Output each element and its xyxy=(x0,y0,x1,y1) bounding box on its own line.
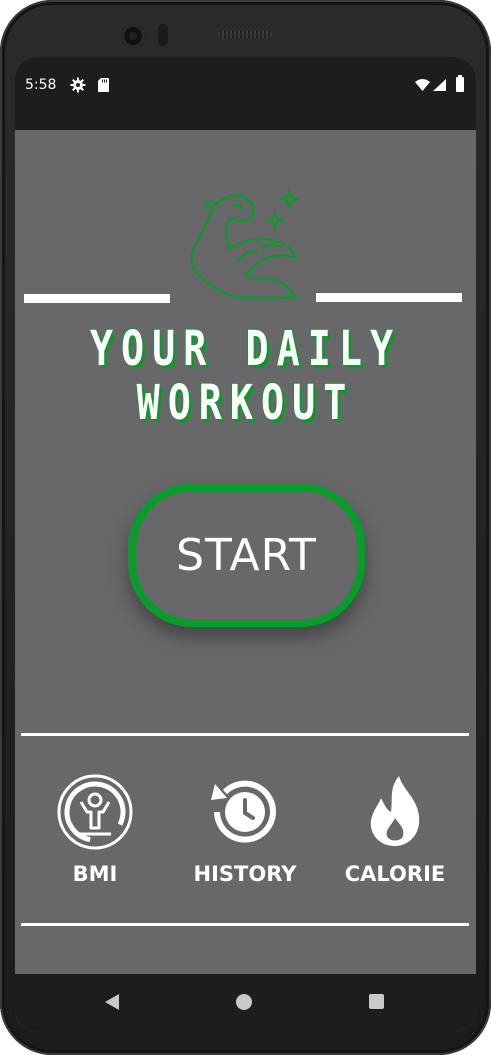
recents-square-icon[interactable] xyxy=(369,994,384,1009)
proximity-sensor xyxy=(158,24,168,46)
status-time: 5:58 xyxy=(25,77,57,93)
flame-icon xyxy=(370,776,420,846)
decorative-rule-left xyxy=(24,294,170,303)
back-triangle-icon[interactable] xyxy=(104,994,120,1010)
divider-bottom xyxy=(21,923,469,926)
earpiece-speaker xyxy=(218,31,272,39)
start-button-label: START xyxy=(176,529,317,581)
title-line-2: WORKOUT xyxy=(136,375,355,431)
divider-top xyxy=(21,733,469,736)
history-button[interactable]: HISTORY xyxy=(170,772,320,886)
battery-icon xyxy=(456,75,464,92)
cell-signal-icon xyxy=(433,79,446,91)
wifi-icon xyxy=(415,79,430,91)
bmi-person-icon xyxy=(57,774,133,850)
decorative-rule-right xyxy=(316,293,462,302)
history-label: HISTORY xyxy=(193,862,297,886)
title-line-1: YOUR DAILY xyxy=(89,321,402,377)
status-bar: 5:58 xyxy=(15,57,476,130)
settings-gear-icon xyxy=(70,77,86,93)
history-clock-icon xyxy=(211,780,276,843)
calorie-button[interactable]: CALORIE xyxy=(320,772,470,886)
calorie-label: CALORIE xyxy=(344,862,446,886)
bmi-label: BMI xyxy=(72,862,118,886)
flexed-arm-icon xyxy=(190,187,301,300)
system-nav-bar xyxy=(15,974,476,1032)
app-screen: 5:58 YOUR DAILY WORKOUT START BMI HISTOR… xyxy=(15,57,476,1032)
app-title: YOUR DAILY WORKOUT xyxy=(61,322,430,430)
start-button[interactable]: START xyxy=(128,483,365,627)
front-camera xyxy=(121,24,145,48)
home-circle-icon[interactable] xyxy=(236,994,252,1010)
bmi-button[interactable]: BMI xyxy=(20,772,170,886)
sd-card-icon xyxy=(98,78,109,92)
phone-frame: 5:58 YOUR DAILY WORKOUT START BMI HISTOR… xyxy=(0,0,491,1055)
